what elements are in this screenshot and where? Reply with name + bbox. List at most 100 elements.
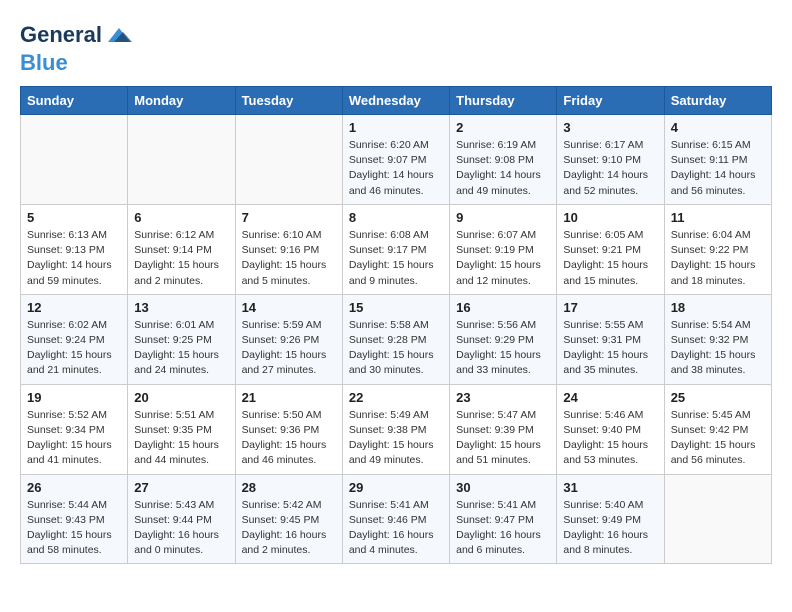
day-number: 22	[349, 390, 443, 405]
week-row-1: 1 Sunrise: 6:20 AMSunset: 9:07 PMDaylight…	[21, 115, 772, 205]
day-cell: 19 Sunrise: 5:52 AMSunset: 9:34 PMDayligh…	[21, 384, 128, 474]
day-info: Sunrise: 5:52 AMSunset: 9:34 PMDaylight:…	[27, 408, 121, 469]
weekday-tuesday: Tuesday	[235, 87, 342, 115]
week-row-4: 19 Sunrise: 5:52 AMSunset: 9:34 PMDayligh…	[21, 384, 772, 474]
day-cell	[128, 115, 235, 205]
day-info: Sunrise: 5:58 AMSunset: 9:28 PMDaylight:…	[349, 318, 443, 379]
day-cell: 16Sunrise: 5:56 AMSunset: 9:29 PMDayligh…	[450, 294, 557, 384]
day-number: 14	[242, 300, 336, 315]
day-cell: 3Sunrise: 6:17 AMSunset: 9:10 PMDaylight…	[557, 115, 664, 205]
day-number: 28	[242, 480, 336, 495]
calendar-table: SundayMondayTuesdayWednesdayThursdayFrid…	[20, 86, 772, 564]
day-info: Sunrise: 5:59 AMSunset: 9:26 PMDaylight:…	[242, 318, 336, 379]
day-number: 19	[27, 390, 121, 405]
day-number: 5	[27, 210, 121, 225]
day-cell	[21, 115, 128, 205]
day-number: 2	[456, 120, 550, 135]
day-number: 23	[456, 390, 550, 405]
day-info: Sunrise: 5:41 AMSunset: 9:46 PMDaylight:…	[349, 498, 443, 559]
day-number: 13	[134, 300, 228, 315]
weekday-wednesday: Wednesday	[342, 87, 449, 115]
day-info: Sunrise: 6:04 AMSunset: 9:22 PMDaylight:…	[671, 228, 765, 289]
week-row-2: 5 Sunrise: 6:13 AMSunset: 9:13 PMDaylight…	[21, 204, 772, 294]
page-header: General Blue	[20, 20, 772, 76]
day-cell: 13 Sunrise: 6:01 AMSunset: 9:25 PMDayligh…	[128, 294, 235, 384]
weekday-saturday: Saturday	[664, 87, 771, 115]
day-cell: 15 Sunrise: 5:58 AMSunset: 9:28 PMDayligh…	[342, 294, 449, 384]
day-info: Sunrise: 6:13 AMSunset: 9:13 PMDaylight:…	[27, 228, 121, 289]
week-row-3: 12 Sunrise: 6:02 AMSunset: 9:24 PMDayligh…	[21, 294, 772, 384]
day-info: Sunrise: 6:07 AMSunset: 9:19 PMDaylight:…	[456, 228, 550, 289]
day-number: 21	[242, 390, 336, 405]
day-info: Sunrise: 6:20 AMSunset: 9:07 PMDaylight:…	[349, 138, 443, 199]
day-cell: 14 Sunrise: 5:59 AMSunset: 9:26 PMDayligh…	[235, 294, 342, 384]
day-cell: 6 Sunrise: 6:12 AMSunset: 9:14 PMDaylight…	[128, 204, 235, 294]
day-number: 15	[349, 300, 443, 315]
day-number: 9	[456, 210, 550, 225]
day-cell: 11 Sunrise: 6:04 AMSunset: 9:22 PMDayligh…	[664, 204, 771, 294]
day-info: Sunrise: 6:19 AMSunset: 9:08 PMDaylight:…	[456, 138, 550, 199]
day-info: Sunrise: 5:43 AMSunset: 9:44 PMDaylight:…	[134, 498, 228, 559]
day-cell: 1 Sunrise: 6:20 AMSunset: 9:07 PMDaylight…	[342, 115, 449, 205]
logo: General Blue	[20, 20, 134, 76]
day-info: Sunrise: 5:45 AMSunset: 9:42 PMDaylight:…	[671, 408, 765, 469]
day-number: 24	[563, 390, 657, 405]
day-info: Sunrise: 5:44 AMSunset: 9:43 PMDaylight:…	[27, 498, 121, 559]
day-number: 6	[134, 210, 228, 225]
day-cell: 25 Sunrise: 5:45 AMSunset: 9:42 PMDayligh…	[664, 384, 771, 474]
day-number: 26	[27, 480, 121, 495]
weekday-header-row: SundayMondayTuesdayWednesdayThursdayFrid…	[21, 87, 772, 115]
day-cell: 30Sunrise: 5:41 AMSunset: 9:47 PMDayligh…	[450, 474, 557, 564]
day-info: Sunrise: 5:46 AMSunset: 9:40 PMDaylight:…	[563, 408, 657, 469]
day-cell: 28 Sunrise: 5:42 AMSunset: 9:45 PMDayligh…	[235, 474, 342, 564]
day-cell: 21Sunrise: 5:50 AMSunset: 9:36 PMDayligh…	[235, 384, 342, 474]
day-number: 12	[27, 300, 121, 315]
weekday-thursday: Thursday	[450, 87, 557, 115]
day-cell: 24 Sunrise: 5:46 AMSunset: 9:40 PMDayligh…	[557, 384, 664, 474]
day-info: Sunrise: 6:12 AMSunset: 9:14 PMDaylight:…	[134, 228, 228, 289]
day-info: Sunrise: 5:56 AMSunset: 9:29 PMDaylight:…	[456, 318, 550, 379]
day-cell: 31 Sunrise: 5:40 AMSunset: 9:49 PMDayligh…	[557, 474, 664, 564]
day-number: 20	[134, 390, 228, 405]
day-cell: 12 Sunrise: 6:02 AMSunset: 9:24 PMDayligh…	[21, 294, 128, 384]
day-info: Sunrise: 6:02 AMSunset: 9:24 PMDaylight:…	[27, 318, 121, 379]
weekday-monday: Monday	[128, 87, 235, 115]
day-info: Sunrise: 6:01 AMSunset: 9:25 PMDaylight:…	[134, 318, 228, 379]
weekday-sunday: Sunday	[21, 87, 128, 115]
day-info: Sunrise: 6:08 AMSunset: 9:17 PMDaylight:…	[349, 228, 443, 289]
day-number: 11	[671, 210, 765, 225]
day-info: Sunrise: 5:55 AMSunset: 9:31 PMDaylight:…	[563, 318, 657, 379]
day-cell: 18Sunrise: 5:54 AMSunset: 9:32 PMDayligh…	[664, 294, 771, 384]
day-info: Sunrise: 6:10 AMSunset: 9:16 PMDaylight:…	[242, 228, 336, 289]
day-cell: 7 Sunrise: 6:10 AMSunset: 9:16 PMDaylight…	[235, 204, 342, 294]
day-number: 10	[563, 210, 657, 225]
day-cell: 8 Sunrise: 6:08 AMSunset: 9:17 PMDaylight…	[342, 204, 449, 294]
day-info: Sunrise: 5:49 AMSunset: 9:38 PMDaylight:…	[349, 408, 443, 469]
day-number: 17	[563, 300, 657, 315]
day-cell: 29Sunrise: 5:41 AMSunset: 9:46 PMDayligh…	[342, 474, 449, 564]
day-cell: 20 Sunrise: 5:51 AMSunset: 9:35 PMDayligh…	[128, 384, 235, 474]
day-cell: 17 Sunrise: 5:55 AMSunset: 9:31 PMDayligh…	[557, 294, 664, 384]
day-number: 25	[671, 390, 765, 405]
day-number: 8	[349, 210, 443, 225]
day-cell: 26 Sunrise: 5:44 AMSunset: 9:43 PMDayligh…	[21, 474, 128, 564]
day-number: 3	[563, 120, 657, 135]
day-number: 1	[349, 120, 443, 135]
weekday-friday: Friday	[557, 87, 664, 115]
day-info: Sunrise: 5:47 AMSunset: 9:39 PMDaylight:…	[456, 408, 550, 469]
day-cell	[235, 115, 342, 205]
day-cell: 9 Sunrise: 6:07 AMSunset: 9:19 PMDaylight…	[450, 204, 557, 294]
day-info: Sunrise: 6:15 AMSunset: 9:11 PMDaylight:…	[671, 138, 765, 199]
day-info: Sunrise: 5:42 AMSunset: 9:45 PMDaylight:…	[242, 498, 336, 559]
day-number: 7	[242, 210, 336, 225]
day-number: 18	[671, 300, 765, 315]
day-number: 27	[134, 480, 228, 495]
day-cell: 27 Sunrise: 5:43 AMSunset: 9:44 PMDayligh…	[128, 474, 235, 564]
day-number: 31	[563, 480, 657, 495]
day-cell: 22 Sunrise: 5:49 AMSunset: 9:38 PMDayligh…	[342, 384, 449, 474]
day-cell: 4Sunrise: 6:15 AMSunset: 9:11 PMDaylight…	[664, 115, 771, 205]
day-info: Sunrise: 5:40 AMSunset: 9:49 PMDaylight:…	[563, 498, 657, 559]
day-cell	[664, 474, 771, 564]
day-cell: 23 Sunrise: 5:47 AMSunset: 9:39 PMDayligh…	[450, 384, 557, 474]
day-info: Sunrise: 5:51 AMSunset: 9:35 PMDaylight:…	[134, 408, 228, 469]
